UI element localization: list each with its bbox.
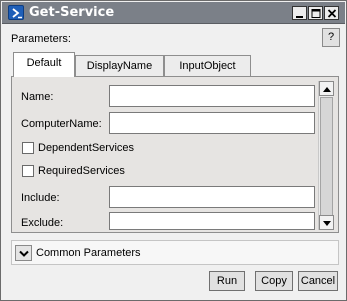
name-input[interactable] <box>109 85 315 107</box>
scroll-down-button[interactable] <box>319 215 334 230</box>
copy-button[interactable]: Copy <box>255 271 293 291</box>
window-title: Get-Service <box>29 5 115 20</box>
chevron-down-icon <box>19 250 29 257</box>
computername-label: ComputerName: <box>21 118 102 130</box>
tab-inputobject[interactable]: InputObject <box>164 55 251 76</box>
expand-button[interactable] <box>15 245 32 261</box>
chevron-down-icon <box>323 221 331 226</box>
common-parameters-label: Common Parameters <box>36 247 141 259</box>
maximize-button[interactable] <box>308 6 323 20</box>
requiredservices-label[interactable]: RequiredServices <box>38 165 125 177</box>
parameters-label: Parameters: <box>11 33 71 45</box>
close-icon <box>327 9 337 18</box>
tab-displayname[interactable]: DisplayName <box>75 55 164 76</box>
chevron-up-icon <box>323 87 331 92</box>
cancel-button[interactable]: Cancel <box>298 271 338 291</box>
minimize-button[interactable] <box>292 6 307 20</box>
include-label: Include: <box>21 192 60 204</box>
title-bar[interactable]: Get-Service <box>2 2 345 24</box>
computername-input[interactable] <box>109 112 315 134</box>
dependentservices-checkbox[interactable] <box>22 142 34 154</box>
requiredservices-checkbox[interactable] <box>22 165 34 177</box>
maximize-icon <box>311 9 321 18</box>
common-parameters-expander[interactable]: Common Parameters <box>11 240 339 265</box>
scroll-up-button[interactable] <box>319 81 334 96</box>
powershell-icon <box>8 5 24 20</box>
run-button[interactable]: Run <box>209 271 245 291</box>
panel-scrollbar[interactable] <box>318 81 334 230</box>
close-button[interactable] <box>324 6 339 20</box>
name-label: Name: <box>21 91 54 103</box>
include-input[interactable] <box>109 186 315 208</box>
minimize-icon <box>296 16 303 18</box>
exclude-input[interactable] <box>109 212 315 230</box>
dependentservices-label[interactable]: DependentServices <box>38 142 134 154</box>
help-button[interactable]: ? <box>322 28 340 47</box>
scroll-thumb[interactable] <box>320 97 333 216</box>
exclude-label: Exclude: <box>21 217 64 229</box>
tab-default[interactable]: Default <box>13 52 75 77</box>
get-service-dialog: Get-Service Parameters: ? Default Displa… <box>0 0 347 301</box>
